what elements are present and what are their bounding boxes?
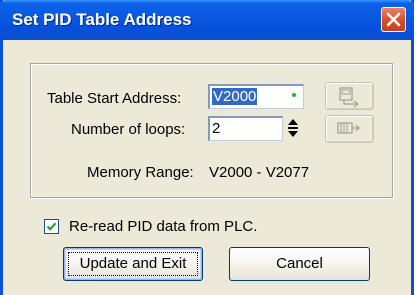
write-to-plc-button[interactable] [325, 82, 374, 110]
start-address-label: Table Start Address: [47, 90, 182, 107]
spinner-arrows-icon [288, 119, 298, 137]
write-to-plc-icon [339, 87, 359, 108]
status-indicator-dot [292, 93, 296, 97]
memory-range-label: Memory Range: [87, 164, 194, 181]
dialog-window: Set PID Table Address Table Start Addres… [0, 0, 414, 295]
reread-checkbox[interactable] [44, 219, 59, 234]
close-icon [386, 12, 401, 27]
read-from-plc-button[interactable] [325, 115, 374, 143]
loops-label: Number of loops: [71, 121, 186, 138]
window-title: Set PID Table Address [12, 10, 192, 29]
start-address-value: V2000 [212, 88, 258, 105]
title-bar[interactable]: Set PID Table Address [0, 0, 414, 40]
checkmark-icon [46, 222, 57, 231]
update-and-exit-button[interactable]: Update and Exit [63, 247, 203, 281]
memory-range-value: V2000 - V2077 [209, 164, 310, 181]
loops-spinner[interactable] [285, 116, 301, 140]
loops-value: 2 [212, 120, 221, 137]
cancel-button[interactable]: Cancel [229, 247, 370, 281]
start-address-input[interactable]: V2000 [208, 84, 304, 109]
close-button[interactable] [381, 7, 406, 32]
cancel-label: Cancel [276, 255, 323, 272]
update-and-exit-label: Update and Exit [79, 255, 187, 272]
read-from-plc-icon [337, 122, 360, 134]
loops-input[interactable]: 2 [208, 116, 283, 141]
reread-label[interactable]: Re-read PID data from PLC. [69, 218, 257, 235]
